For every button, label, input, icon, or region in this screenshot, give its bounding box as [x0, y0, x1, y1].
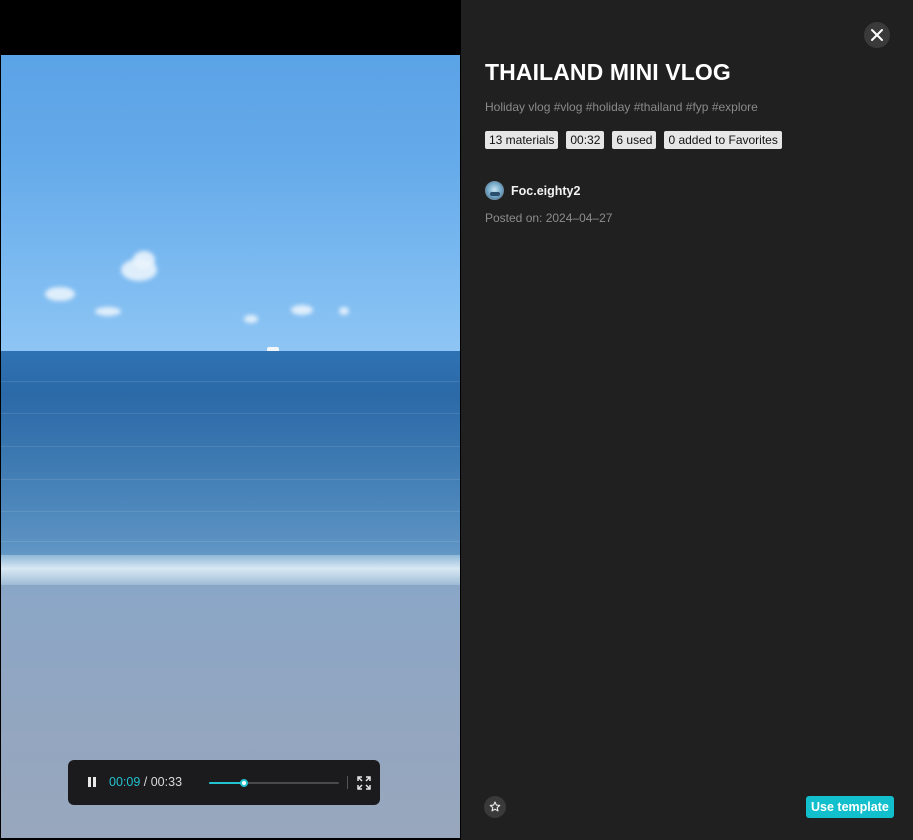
cloud	[291, 305, 313, 315]
cloud	[133, 251, 155, 269]
use-template-button[interactable]: Use template	[806, 796, 894, 818]
template-title: THAILAND MINI VLOG	[485, 59, 731, 85]
cloud	[339, 307, 349, 315]
template-stats: 13 materials 00:32 6 used 0 added to Fav…	[485, 131, 782, 149]
video-controls: 00:09 / 00:33	[68, 760, 380, 805]
controls-divider	[347, 776, 348, 789]
author-name[interactable]: Foc.eighty2	[511, 184, 580, 198]
duration: 00:33	[150, 775, 183, 789]
duration-badge: 00:32	[566, 131, 605, 149]
favorite-button[interactable]	[484, 796, 506, 818]
author[interactable]: Foc.eighty2	[485, 181, 580, 200]
favorites-badge: 0 added to Favorites	[664, 131, 782, 149]
video-preview-pane: 00:09 / 00:33	[0, 0, 461, 840]
progress-fill	[209, 782, 245, 784]
fullscreen-icon[interactable]	[357, 776, 371, 790]
video-frame[interactable]	[1, 55, 460, 838]
close-button[interactable]	[864, 22, 890, 48]
posted-date: Posted on: 2024–04–27	[485, 211, 613, 225]
template-info-panel: THAILAND MINI VLOG Holiday vlog #vlog #h…	[461, 0, 913, 840]
pause-icon[interactable]	[86, 775, 98, 789]
video-sky	[1, 55, 460, 352]
progress-handle[interactable]	[240, 779, 249, 787]
cloud	[45, 287, 75, 301]
cloud	[95, 307, 121, 316]
progress-bar[interactable]	[209, 779, 339, 787]
materials-badge: 13 materials	[485, 131, 559, 149]
time-separator: /	[143, 775, 148, 789]
current-time: 00:09	[109, 775, 141, 789]
video-surf	[1, 555, 460, 589]
used-badge: 6 used	[612, 131, 657, 149]
star-icon	[489, 801, 501, 812]
cloud	[244, 315, 258, 323]
video-sea	[1, 351, 460, 571]
template-description: Holiday vlog #vlog #holiday #thailand #f…	[485, 100, 758, 114]
time-display: 00:09 / 00:33	[109, 775, 182, 789]
close-icon	[871, 29, 883, 41]
avatar[interactable]	[485, 181, 504, 200]
